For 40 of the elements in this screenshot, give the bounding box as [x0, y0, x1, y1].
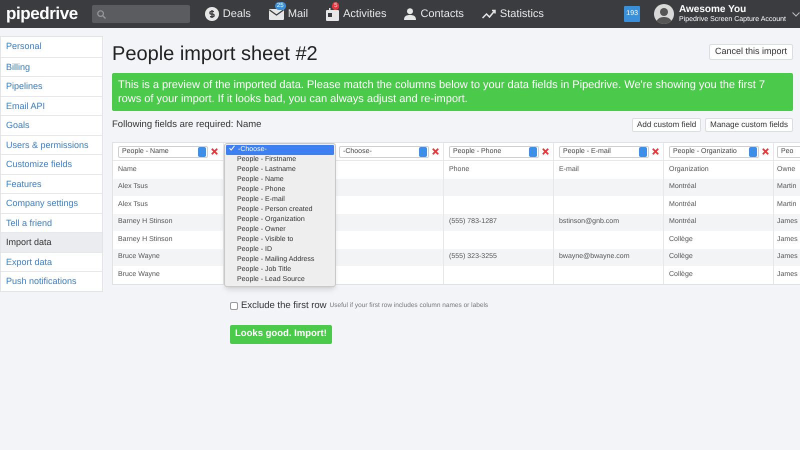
person-icon [404, 8, 416, 20]
page-title: People import sheet #2 [112, 42, 318, 66]
logo: pipedrive [6, 3, 78, 26]
checkbox[interactable] [230, 302, 238, 310]
sidebar-item[interactable]: Users & permissions [1, 134, 102, 154]
sidebar-item[interactable]: Features [1, 174, 102, 193]
search-field[interactable] [92, 5, 190, 23]
search-icon [96, 10, 106, 18]
trend-chart-icon [482, 9, 496, 19]
checkbox-label: Exclude the first row [241, 298, 327, 313]
sidebar-item[interactable]: Export data [1, 252, 102, 271]
remove-column-icon[interactable] [542, 148, 549, 156]
sidebar-item[interactable]: Personal [1, 37, 102, 56]
nav-link[interactable]: Contacts [404, 6, 464, 22]
avatar[interactable] [654, 4, 674, 24]
sidebar-item[interactable]: Pipelines [1, 76, 102, 96]
info-banner: This is a preview of the imported data. Please match the columns below to your data fields in Pipedrive. We're showing you the first 7 rows of your import. If it looks bad, you can always adjust and re-import. [112, 73, 793, 111]
sidebar-item[interactable]: Customize fields [1, 154, 102, 174]
required-fields-text: Following fields are required: Name [112, 118, 262, 132]
cancel-import-button[interactable]: Cancel this import [708, 44, 793, 60]
nav-link[interactable]: Deals [204, 6, 251, 22]
sidebar-item[interactable]: Import data [1, 232, 102, 252]
user-name: Awesome You [678, 5, 748, 15]
sidebar-item[interactable]: Billing [1, 56, 102, 76]
remove-column-icon[interactable] [211, 148, 218, 156]
sidebar-item[interactable]: Email API [1, 96, 102, 115]
dollar-icon [204, 7, 219, 21]
calendar-icon [326, 8, 340, 20]
remove-column-icon[interactable] [762, 148, 769, 156]
custom-field-button[interactable]: Manage custom fields [705, 118, 793, 132]
sidebar-item[interactable]: Push notifications [1, 271, 102, 290]
custom-field-button[interactable]: Add custom field [632, 118, 702, 132]
remove-column-icon[interactable] [432, 148, 439, 156]
sidebar-item[interactable]: Goals [1, 115, 102, 134]
mail-icon [268, 8, 284, 20]
chevron-down-icon[interactable] [792, 12, 800, 16]
nav-link[interactable]: Statistics [482, 6, 544, 22]
sidebar-item[interactable]: Company settings [1, 193, 102, 212]
remove-column-icon[interactable] [652, 148, 659, 156]
check-icon [229, 145, 235, 152]
